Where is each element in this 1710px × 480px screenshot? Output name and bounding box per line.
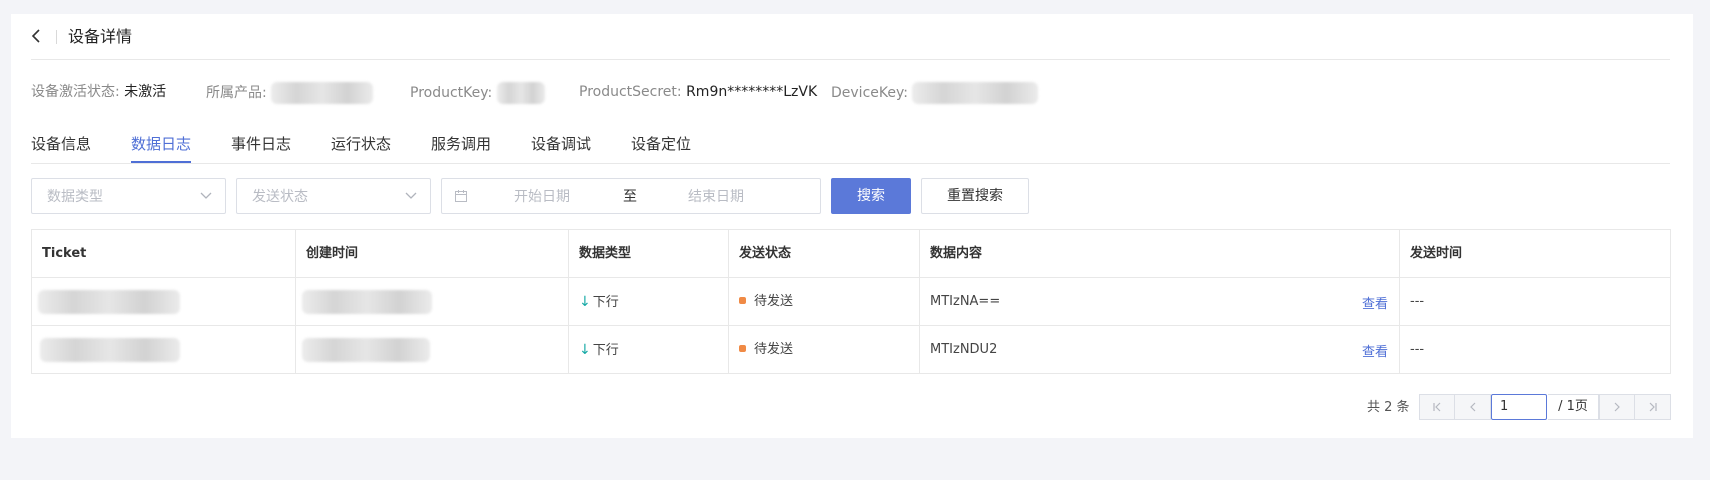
view-link[interactable]: 查看 [1362,293,1388,312]
date-range-picker[interactable]: 开始日期 至 结束日期 [441,178,821,214]
column-header-data-content: 数据内容 [930,246,983,261]
activation-value: 未激活 [124,84,167,100]
devicekey-label: DeviceKey: [831,85,908,101]
product-value-redacted [271,82,374,104]
header-divider [56,30,57,44]
active-tab-indicator [131,161,191,163]
data-content-cell: MTIzNA== [930,294,1001,309]
reset-search-button[interactable]: 重置搜索 [921,178,1029,214]
devicekey-info: DeviceKey: [831,82,1039,104]
send-status-placeholder: 发送状态 [252,189,308,205]
tab-event-log[interactable]: 事件日志 [231,133,291,155]
column-header-send-time: 发送时间 [1410,246,1463,261]
prev-page-icon[interactable] [1454,394,1491,420]
data-type-placeholder: 数据类型 [47,189,103,205]
start-date-input[interactable]: 开始日期 [514,187,570,207]
activation-label: 设备激活状态: [31,84,120,100]
column-header-created-time: 创建时间 [306,246,359,261]
tab-service-call[interactable]: 服务调用 [431,133,491,155]
status-dot [739,297,746,304]
tab-data-log[interactable]: 数据日志 [131,133,191,155]
send-status-cell: 待发送 [729,278,920,326]
chevron-down-icon [199,188,213,202]
ticket-cell-redacted [32,326,296,374]
column-header-data-type: 数据类型 [579,246,632,261]
view-link[interactable]: 查看 [1362,341,1388,360]
send-time-cell: --- [1410,294,1425,309]
data-log-table: Ticket 创建时间 数据类型 发送状态 数据内容 发送时间 ↓ 下行 待发送 … [31,229,1671,374]
search-button[interactable]: 搜索 [831,178,911,214]
created-time-cell-redacted [296,278,569,326]
total-pages: / 1页 [1548,394,1599,420]
send-time-cell: --- [1410,342,1425,357]
send-status-select[interactable]: 发送状态 [236,178,431,214]
tab-device-location[interactable]: 设备定位 [631,133,691,155]
tabs-divider [31,163,1670,164]
column-header-ticket: Ticket [42,246,87,261]
productsecret-info: ProductSecret: Rm9n********LzVK [579,82,817,102]
tab-device-info[interactable]: 设备信息 [31,133,91,155]
ticket-cell-redacted [32,278,296,326]
chevron-down-icon [404,188,418,202]
data-type-cell: ↓ 下行 [579,294,619,310]
product-info: 所属产品: [206,82,374,104]
page-number-input[interactable]: 1 [1491,394,1547,420]
send-status-cell: 待发送 [729,326,920,374]
end-date-input[interactable]: 结束日期 [688,187,744,207]
product-label: 所属产品: [206,85,267,101]
devicekey-value-redacted [912,82,1039,104]
productsecret-value: Rm9n********LzVK [686,84,818,100]
arrow-down-icon: ↓ [579,342,591,358]
last-page-icon[interactable] [1634,394,1671,420]
total-count: 共 2 条 [1367,400,1410,415]
productkey-value-redacted [496,82,545,104]
data-type-select[interactable]: 数据类型 [31,178,226,214]
date-separator: 至 [623,189,637,205]
created-time-cell-redacted [296,326,569,374]
page-title: 设备详情 [68,27,133,46]
next-page-icon[interactable] [1599,394,1635,420]
column-header-send-status: 发送状态 [739,246,792,261]
status-dot [739,345,746,352]
activation-status: 设备激活状态: 未激活 [31,82,166,102]
tab-device-debug[interactable]: 设备调试 [531,133,591,155]
calendar-icon [454,189,468,203]
arrow-down-icon: ↓ [579,294,591,310]
data-content-cell: MTIzNDU2 [930,342,998,357]
chevron-left-icon[interactable] [30,24,46,48]
productkey-info: ProductKey: [410,82,545,104]
productkey-label: ProductKey: [410,85,493,101]
data-type-cell: ↓ 下行 [579,342,619,358]
productsecret-label: ProductSecret: [579,84,682,100]
first-page-icon[interactable] [1419,394,1455,420]
header-separator [31,59,1670,60]
tab-running-status[interactable]: 运行状态 [331,133,391,155]
device-detail-card [11,14,1693,438]
